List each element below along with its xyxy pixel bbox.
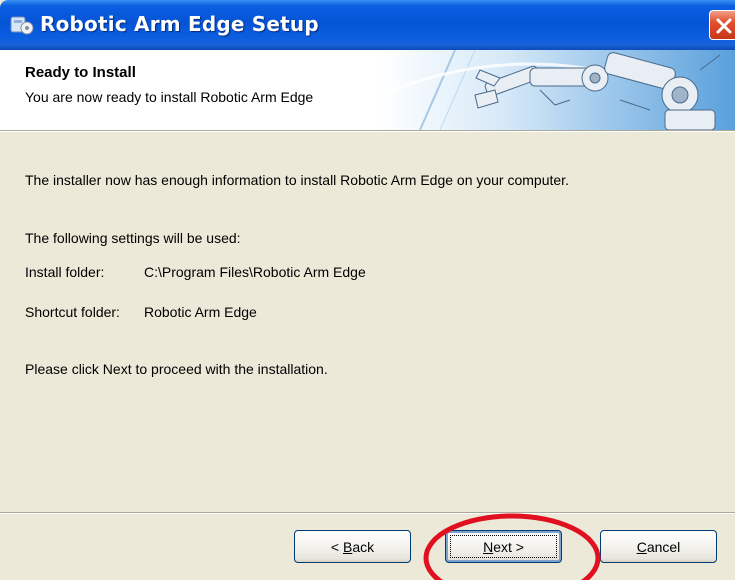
footer-divider: [0, 512, 735, 514]
title-bar[interactable]: Robotic Arm Edge Setup: [0, 0, 735, 50]
setup-window: Robotic Arm Edge Setup Ready to Install …: [0, 0, 735, 580]
install-folder-label: Install folder:: [25, 264, 105, 280]
instruction-text: Please click Next to proceed with the in…: [25, 361, 328, 377]
focus-ring: [450, 535, 557, 558]
close-button[interactable]: [709, 10, 735, 40]
cancel-button-mnemonic: C: [636, 538, 647, 555]
settings-heading: The following settings will be used:: [25, 230, 241, 246]
next-button[interactable]: Next >: [445, 530, 562, 563]
page-subtitle: You are now ready to install Robotic Arm…: [25, 89, 314, 105]
installer-icon: [10, 16, 34, 35]
intro-text: The installer now has enough information…: [25, 172, 569, 188]
back-button-label: ack: [352, 538, 375, 555]
install-folder-value: C:\Program Files\Robotic Arm Edge: [144, 264, 366, 280]
back-button-mnemonic: B: [342, 538, 353, 555]
page-title: Ready to Install: [25, 64, 136, 81]
main-content: The installer now has enough information…: [0, 132, 735, 512]
header-banner: Ready to Install You are now ready to in…: [0, 50, 735, 130]
shortcut-folder-value: Robotic Arm Edge: [144, 304, 257, 320]
window-title: Robotic Arm Edge Setup: [40, 12, 319, 36]
cancel-button-label: ancel: [646, 538, 681, 555]
robotic-arm-banner-image: [380, 50, 735, 130]
cancel-button[interactable]: Cancel: [600, 530, 717, 563]
close-icon: [716, 18, 732, 34]
back-button[interactable]: < Back: [294, 530, 411, 563]
back-button-prefix: <: [330, 538, 343, 555]
shortcut-folder-label: Shortcut folder:: [25, 304, 120, 320]
